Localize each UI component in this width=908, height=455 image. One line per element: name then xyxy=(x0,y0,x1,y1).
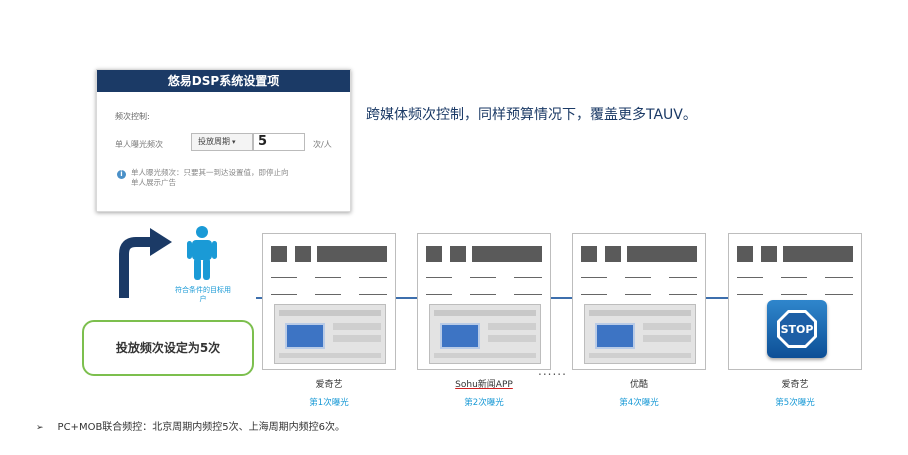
unit-label: 次/人 xyxy=(313,140,332,149)
frequency-count-input[interactable]: 5 xyxy=(253,133,305,151)
stop-sign-text: STOP xyxy=(781,323,814,336)
frequency-callout: 投放频次设定为5次 xyxy=(82,320,254,376)
card-3-media-name: 优酷 xyxy=(629,380,648,390)
ad-screen xyxy=(429,304,541,364)
ad-screen xyxy=(584,304,696,364)
period-select-value: 投放周期 xyxy=(198,137,230,146)
card-1-media-name: 爱奇艺 xyxy=(315,380,343,390)
media-card-3 xyxy=(572,233,706,370)
footer-note: ➢ PC+MOB联合频控：北京周期内频控5次、上海周期内频控6次。 xyxy=(36,418,345,433)
info-text: 单人曝光频次：只要其一到达设置值，即停止向单人展示广告 xyxy=(131,168,289,187)
media-card-4: STOP xyxy=(728,233,862,370)
turn-arrow-icon xyxy=(119,228,172,298)
per-user-label: 单人曝光频次 xyxy=(115,140,163,149)
footer-text: PC+MOB联合频控：北京周期内频控5次、上海周期内频控6次。 xyxy=(57,422,346,433)
stop-sign-icon: STOP xyxy=(767,300,827,358)
card-1-impression: 第1次曝光 xyxy=(309,398,349,408)
person-icon xyxy=(187,226,217,280)
period-select[interactable]: 投放周期 ▾ xyxy=(191,133,253,151)
ellipsis: ...... xyxy=(538,364,567,378)
card-4-media-name: 爱奇艺 xyxy=(781,380,809,390)
target-user-caption: 符合条件的目标用户 xyxy=(175,286,231,303)
media-card-1 xyxy=(262,233,396,370)
media-card-2 xyxy=(417,233,551,370)
ad-screen xyxy=(274,304,386,364)
panel-title: 悠易DSP系统设置项 xyxy=(97,70,350,92)
card-3-impression: 第4次曝光 xyxy=(619,398,659,408)
panel-body: 频次控制: 单人曝光频次 投放周期 ▾ 5 次/人 i 单人曝光频次：只要其一到达… xyxy=(97,92,350,213)
bullet-icon: ➢ xyxy=(36,423,44,433)
info-icon: i xyxy=(117,170,126,179)
card-2-impression: 第2次曝光 xyxy=(464,398,504,408)
dsp-settings-panel: 悠易DSP系统设置项 频次控制: 单人曝光频次 投放周期 ▾ 5 次/人 i 单人… xyxy=(96,69,351,212)
card-4-impression: 第5次曝光 xyxy=(775,398,815,408)
caret-down-icon: ▾ xyxy=(232,138,236,146)
frequency-control-label: 频次控制: xyxy=(115,112,150,121)
card-2-media-name: Sohu新闻APP xyxy=(455,380,513,390)
headline: 跨媒体频次控制，同样预算情况下，覆盖更多TAUV。 xyxy=(366,107,697,123)
